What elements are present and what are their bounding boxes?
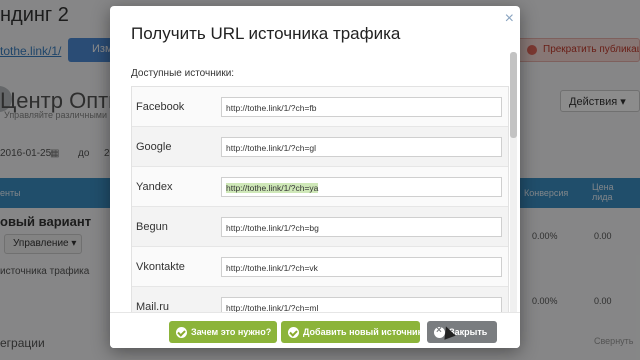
- source-url-field[interactable]: http://tothe.link/1/?ch=fb: [221, 97, 502, 117]
- check-icon: [288, 327, 299, 338]
- sources-list[interactable]: Facebook http://tothe.link/1/?ch=fb Goog…: [131, 86, 509, 318]
- list-item: Google http://tothe.link/1/?ch=gl: [132, 127, 508, 167]
- source-url-field[interactable]: http://tothe.link/1/?ch=gl: [221, 137, 502, 157]
- source-name: Vkontakte: [136, 261, 185, 273]
- list-item: Yandex http://tothe.link/1/?ch=ya: [132, 167, 508, 207]
- close-button[interactable]: Закрыть: [427, 321, 497, 343]
- modal-title: Получить URL источника трафика: [131, 24, 401, 43]
- why-needed-button[interactable]: Зачем это нужно?: [169, 321, 277, 343]
- traffic-source-modal: × Получить URL источника трафика Доступн…: [110, 6, 520, 348]
- modal-footer: Зачем это нужно? Добавить новый источник…: [110, 312, 520, 348]
- source-name: Yandex: [136, 181, 173, 193]
- source-url-field[interactable]: http://tothe.link/1/?ch=ya: [221, 177, 502, 197]
- why-needed-label: Зачем это нужно?: [191, 327, 272, 337]
- add-source-button[interactable]: Добавить новый источник: [281, 321, 423, 343]
- source-name: Google: [136, 141, 172, 153]
- source-name: Facebook: [136, 101, 185, 113]
- source-url-field[interactable]: http://tothe.link/1/?ch=bg: [221, 217, 502, 237]
- available-sources-label: Доступные источники:: [131, 68, 235, 79]
- list-item: Vkontakte http://tothe.link/1/?ch=vk: [132, 247, 508, 287]
- list-item: Facebook http://tothe.link/1/?ch=fb: [132, 87, 508, 127]
- close-icon[interactable]: ×: [505, 10, 514, 28]
- selected-url-text: http://tothe.link/1/?ch=ya: [226, 183, 319, 193]
- list-item: Begun http://tothe.link/1/?ch=bg: [132, 207, 508, 247]
- add-source-label: Добавить новый источник: [303, 327, 423, 337]
- scrollbar-thumb[interactable]: [510, 52, 517, 138]
- source-url-field[interactable]: http://tothe.link/1/?ch=vk: [221, 257, 502, 277]
- source-name: Begun: [136, 221, 168, 233]
- check-icon: [176, 327, 187, 338]
